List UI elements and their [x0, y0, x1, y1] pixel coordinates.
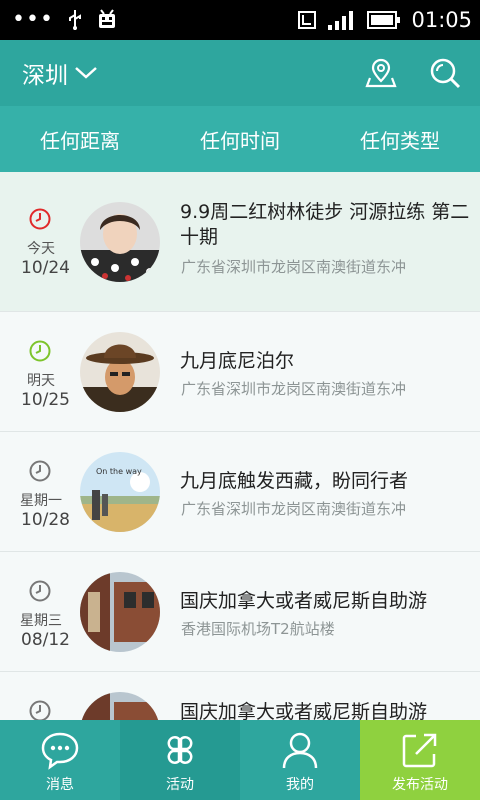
nav-profile[interactable]: 我的 — [240, 720, 360, 800]
activity-date: 08/12 — [21, 630, 70, 650]
clock-icon — [29, 340, 51, 362]
message-bubble-icon — [41, 732, 79, 770]
clock-icon — [29, 208, 51, 230]
nav-publish-label: 发布活动 — [392, 777, 448, 793]
user-profile-icon — [282, 732, 318, 769]
status-time: 01:05 — [411, 8, 472, 32]
activity-grid-icon — [167, 736, 193, 764]
city-selector[interactable]: 深圳 — [22, 40, 98, 106]
activity-title: 9.9周二红树林徒步 河源拉练 第二十期 — [180, 201, 470, 248]
android-debug-icon — [98, 9, 115, 28]
activity-date: 10/25 — [21, 390, 70, 410]
battery-icon — [367, 11, 401, 29]
activity-row[interactable]: 明天 10/25 九月底尼泊尔 广东省深圳市龙岗区南澳街道东冲 — [0, 312, 480, 432]
activity-row[interactable]: 今天 10/24 9.9周二红树林徒步 河源拉练 第二十期 广东省深圳市龙岗区南… — [0, 172, 480, 312]
filter-type[interactable]: 任何类型 — [320, 106, 480, 172]
clock-icon — [29, 460, 51, 482]
status-bar: ••• 01:05 — [0, 0, 480, 40]
nav-profile-label: 我的 — [286, 777, 314, 793]
vibrate-icon — [298, 11, 317, 29]
avatar — [80, 572, 160, 652]
activity-row[interactable]: 星期三 08/12 国庆加拿大或者威尼斯自助游 香港国际机场T2航站楼 — [0, 552, 480, 672]
activity-title: 九月底触发西藏，盼同行者 — [180, 470, 409, 492]
activity-day: 星期一 — [20, 493, 62, 509]
city-name: 深圳 — [22, 63, 68, 89]
filter-time[interactable]: 任何时间 — [160, 106, 320, 172]
nav-activities[interactable]: 活动 — [120, 720, 240, 800]
clock-icon — [29, 580, 51, 602]
location-map-icon[interactable] — [364, 56, 398, 90]
filter-bar: 任何距离 任何时间 任何类型 — [0, 106, 480, 172]
activity-address: 广东省深圳市龙岗区南澳街道东冲 — [181, 258, 407, 276]
activity-day: 今天 — [27, 241, 55, 257]
activity-title: 九月底尼泊尔 — [180, 350, 295, 372]
overflow-dots-icon: ••• — [12, 7, 54, 32]
activity-address: 广东省深圳市龙岗区南澳街道东冲 — [181, 500, 407, 518]
nav-activities-label: 活动 — [166, 777, 194, 793]
avatar — [80, 202, 160, 282]
usb-icon — [68, 10, 81, 30]
nav-publish-activity[interactable]: 发布活动 — [360, 720, 480, 800]
activity-list: 今天 10/24 9.9周二红树林徒步 河源拉练 第二十期 广东省深圳市龙岗区南… — [0, 172, 480, 792]
activity-title: 国庆加拿大或者威尼斯自助游 — [180, 590, 428, 612]
nav-messages[interactable]: 消息 — [0, 720, 120, 800]
activity-date: 10/28 — [21, 510, 70, 530]
filter-distance[interactable]: 任何距离 — [0, 106, 160, 172]
activity-day: 星期三 — [20, 613, 62, 629]
signal-icon — [328, 11, 354, 30]
publish-share-icon — [402, 733, 437, 768]
activity-date: 10/24 — [21, 258, 70, 278]
chevron-down-icon — [75, 67, 97, 79]
avatar: On the way — [80, 452, 160, 532]
nav-messages-label: 消息 — [46, 777, 74, 793]
search-icon[interactable] — [428, 56, 462, 90]
clock-icon — [29, 700, 51, 722]
svg-text:On the way: On the way — [96, 467, 142, 476]
bottom-nav: 消息 活动 我的 发布活动 — [0, 720, 480, 800]
app-header: 深圳 — [0, 40, 480, 106]
avatar — [80, 332, 160, 412]
activity-row[interactable]: 星期一 10/28 On the way 九月底触发西藏，盼同行者 广东省深圳市… — [0, 432, 480, 552]
activity-day: 明天 — [27, 373, 55, 389]
activity-address: 广东省深圳市龙岗区南澳街道东冲 — [181, 380, 407, 398]
activity-address: 香港国际机场T2航站楼 — [181, 620, 335, 638]
